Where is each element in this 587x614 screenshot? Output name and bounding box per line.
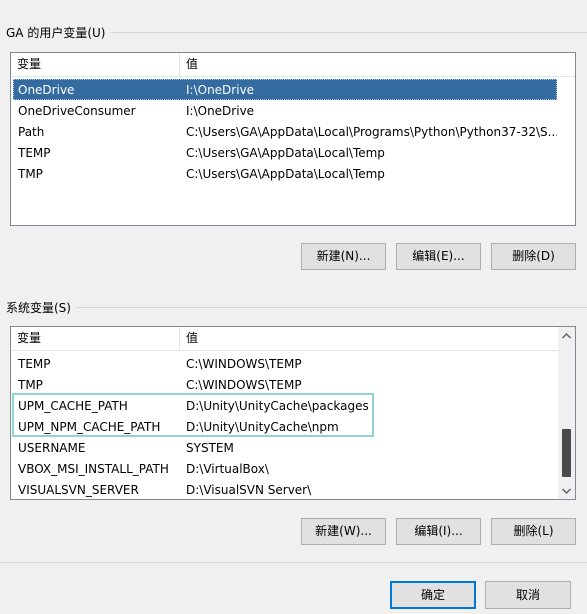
chevron-down-icon[interactable] <box>558 482 575 499</box>
var-name: TEMP <box>18 356 51 371</box>
user-delete-button[interactable]: 删除(D) <box>491 243 576 270</box>
var-value: C:\Users\GA\AppData\Local\Programs\Pytho… <box>186 124 557 139</box>
chevron-up-icon[interactable] <box>558 327 575 344</box>
system-new-button[interactable]: 新建(W)... <box>301 518 386 545</box>
user-var-row-temp[interactable]: TEMP C:\Users\GA\AppData\Local\Temp <box>13 142 557 163</box>
var-value: SYSTEM <box>186 440 234 455</box>
var-name: VISUALSVN_SERVER <box>18 482 139 497</box>
system-vars-group-title: 系统变量(S) <box>0 298 77 316</box>
var-value: C:\WINDOWS\TEMP <box>186 377 302 392</box>
var-name: USERNAME <box>18 440 86 455</box>
user-new-button[interactable]: 新建(N)... <box>301 243 386 270</box>
system-var-row-upm-cache-path[interactable]: UPM_CACHE_PATH D:\Unity\UnityCache\packa… <box>13 395 540 416</box>
var-value: C:\Users\GA\AppData\Local\Temp <box>186 166 385 181</box>
var-value: C:\WINDOWS\TEMP <box>186 356 302 371</box>
user-vars-group-title: GA 的用户变量(U) <box>0 23 112 41</box>
var-name: OneDrive <box>18 82 75 97</box>
user-var-row-onedrive[interactable]: OneDrive I:\OneDrive <box>13 79 557 100</box>
cancel-button[interactable]: 取消 <box>485 581 571 609</box>
var-value: D:\Unity\UnityCache\npm <box>186 419 339 434</box>
system-var-row-visualsvn-server[interactable]: VISUALSVN_SERVER D:\VisualSVN Server\ <box>13 479 540 499</box>
var-value: D:\VisualSVN Server\ <box>186 482 312 497</box>
system-delete-button[interactable]: 删除(L) <box>491 518 576 545</box>
column-header-variable[interactable]: 变量 <box>11 53 180 76</box>
var-name: TEMP <box>18 145 51 160</box>
system-vars-listview[interactable]: 变量 值 TEMP C:\WINDOWS\TEMP TMP C:\WINDOWS… <box>10 326 576 500</box>
user-var-row-tmp[interactable]: TMP C:\Users\GA\AppData\Local\Temp <box>13 163 557 184</box>
user-vars-listview[interactable]: 变量 值 OneDrive I:\OneDrive OneDriveConsum… <box>10 52 576 226</box>
column-header-value[interactable]: 值 <box>180 53 575 76</box>
user-vars-group-header: GA 的用户变量(U) <box>0 22 587 42</box>
system-vars-scrollbar[interactable] <box>558 327 575 499</box>
footer-divider <box>0 562 587 563</box>
user-var-row-onedriveconsumer[interactable]: OneDriveConsumer I:\OneDrive <box>13 100 557 121</box>
group-divider <box>111 31 587 33</box>
user-edit-button[interactable]: 编辑(E)... <box>396 243 481 270</box>
system-var-row-temp[interactable]: TEMP C:\WINDOWS\TEMP <box>13 353 540 374</box>
var-value: C:\Users\GA\AppData\Local\Temp <box>186 145 385 160</box>
var-name: Path <box>18 124 45 139</box>
var-name: VBOX_MSI_INSTALL_PATH <box>18 461 169 476</box>
system-var-row-upm-npm-cache-path[interactable]: UPM_NPM_CACHE_PATH D:\Unity\UnityCache\n… <box>13 416 540 437</box>
var-name: TMP <box>18 166 43 181</box>
system-vars-rows: TEMP C:\WINDOWS\TEMP TMP C:\WINDOWS\TEMP… <box>13 353 540 499</box>
scrollbar-thumb[interactable] <box>562 429 571 477</box>
user-vars-rows: OneDrive I:\OneDrive OneDriveConsumer I:… <box>13 79 557 184</box>
var-name: OneDriveConsumer <box>18 103 136 118</box>
system-vars-group-header: 系统变量(S) <box>0 297 587 317</box>
user-var-row-path[interactable]: Path C:\Users\GA\AppData\Local\Programs\… <box>13 121 557 142</box>
system-var-row-tmp[interactable]: TMP C:\WINDOWS\TEMP <box>13 374 540 395</box>
system-var-row-vbox-msi-install-path[interactable]: VBOX_MSI_INSTALL_PATH D:\VirtualBox\ <box>13 458 540 479</box>
system-edit-button[interactable]: 编辑(I)... <box>396 518 481 545</box>
column-header-value[interactable]: 值 <box>180 327 558 350</box>
var-value: I:\OneDrive <box>186 103 255 118</box>
column-header-variable[interactable]: 变量 <box>11 327 180 350</box>
group-divider <box>76 306 587 308</box>
user-vars-list-header: 变量 值 <box>11 53 575 77</box>
var-name: UPM_CACHE_PATH <box>18 398 128 413</box>
var-value: I:\OneDrive <box>186 82 255 97</box>
var-value: D:\VirtualBox\ <box>186 461 269 476</box>
ok-button[interactable]: 确定 <box>390 581 476 609</box>
system-var-row-username[interactable]: USERNAME SYSTEM <box>13 437 540 458</box>
var-name: TMP <box>18 377 43 392</box>
var-value: D:\Unity\UnityCache\packages <box>186 398 369 413</box>
var-name: UPM_NPM_CACHE_PATH <box>18 419 161 434</box>
system-vars-list-header: 变量 值 <box>11 327 558 351</box>
